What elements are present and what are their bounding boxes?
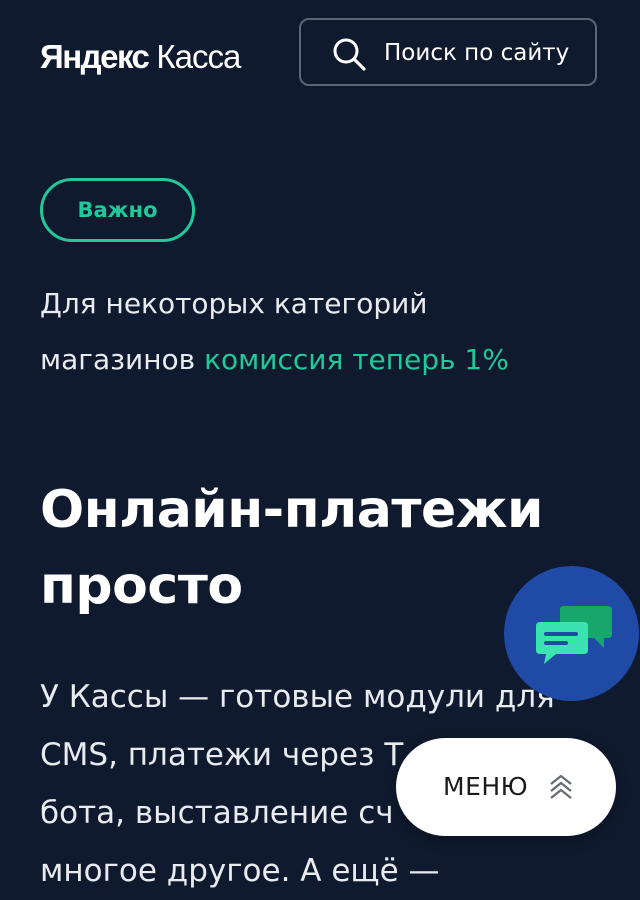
chevrons-up-icon	[550, 774, 572, 799]
logo-product: Касса	[156, 38, 241, 75]
site-header: Яндекс Касса Поиск по сайту	[0, 0, 640, 110]
chat-button[interactable]	[504, 566, 639, 701]
notice-line-2: магазинов комиссия теперь 1%	[40, 332, 600, 388]
logo-brand: Яндекс	[40, 38, 150, 75]
commission-link[interactable]: комиссия теперь 1%	[204, 343, 509, 376]
important-badge: Важно	[40, 178, 195, 242]
yandex-kassa-logo[interactable]: Яндекс Касса	[40, 37, 241, 77]
menu-button[interactable]: МЕНЮ	[396, 738, 616, 836]
commission-notice: Для некоторых категорий магазинов комисс…	[40, 276, 600, 388]
description-line: многое другое. А ещё —	[40, 853, 440, 889]
search-button[interactable]: Поиск по сайту	[299, 18, 597, 86]
notice-text: магазинов	[40, 343, 196, 376]
search-label: Поиск по сайту	[384, 40, 570, 66]
notice-line-1: Для некоторых категорий	[40, 287, 428, 320]
title-line-1: Онлайн-платежи	[40, 480, 543, 540]
menu-label: МЕНЮ	[443, 772, 529, 801]
chat-icon	[536, 606, 612, 664]
search-icon	[333, 38, 366, 71]
